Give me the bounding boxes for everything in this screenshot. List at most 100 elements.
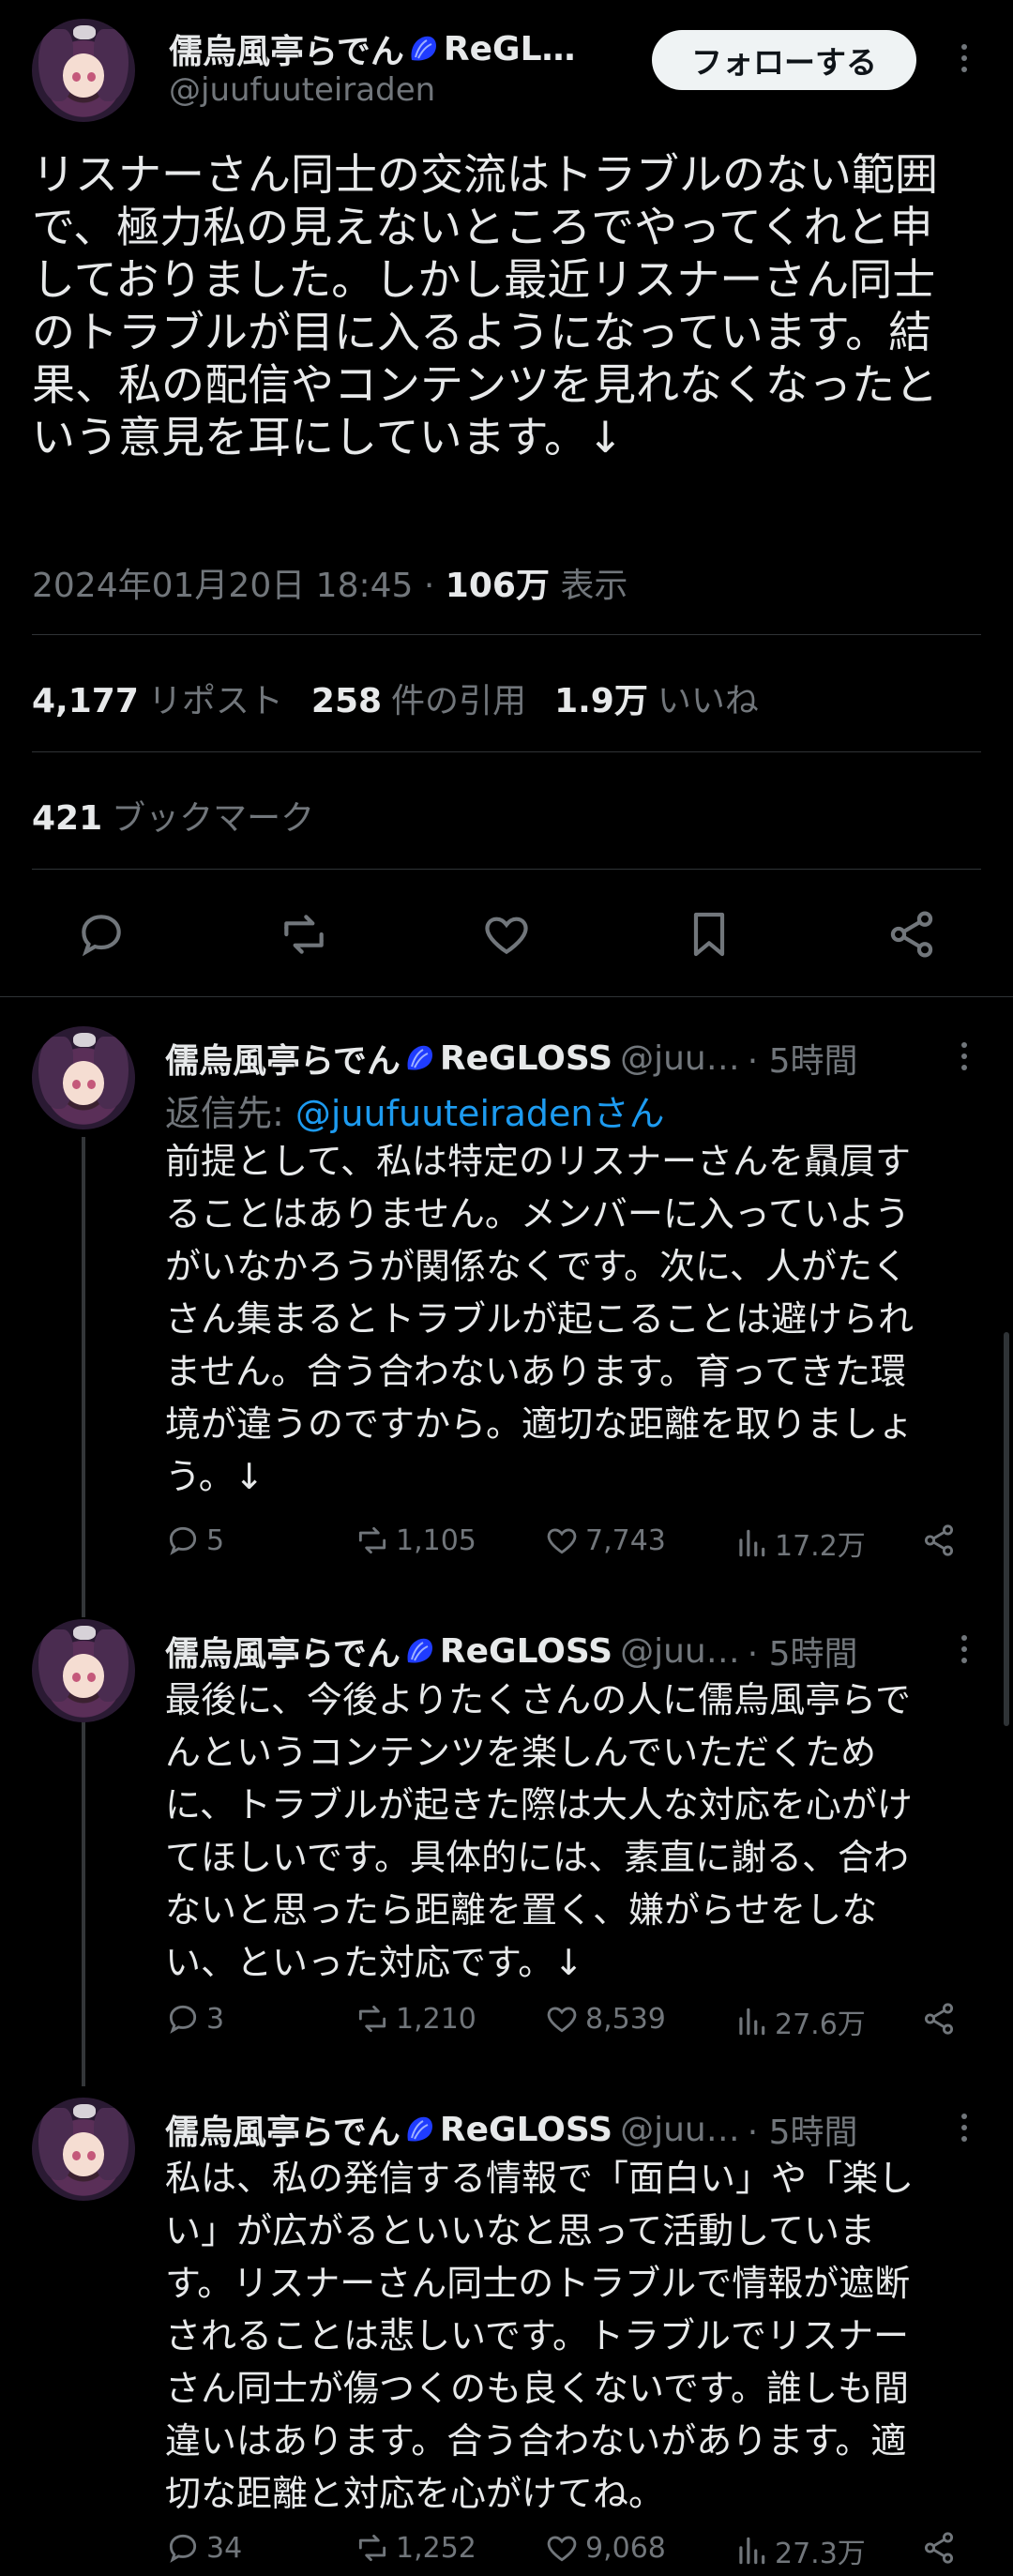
share-icon[interactable] — [885, 908, 938, 961]
views-count: 106万 — [445, 567, 550, 605]
reply-line: 私は、私の発信する情報で「面白い」や「楽し — [165, 2158, 915, 2199]
meta-separator: · — [423, 567, 435, 605]
views-action[interactable]: 27.6万 — [733, 2001, 866, 2042]
reply-line: 最後に、今後よりたくさんの人に儒烏風亭らで — [165, 1679, 911, 1720]
more-options-icon[interactable] — [945, 1036, 983, 1077]
shell-badge-icon — [407, 2116, 432, 2142]
avatar[interactable] — [32, 1026, 135, 1129]
tweet-line: のトラブルが目に入るようになっています。結 — [32, 307, 932, 357]
reply-line: んというコンテンツを楽しんでいただくため — [165, 1732, 877, 1773]
reply-line: ないと思ったら距離を置く、嫌がらせをしな — [165, 1889, 878, 1931]
avatar[interactable] — [32, 1619, 135, 1722]
share-action[interactable] — [921, 1523, 957, 1558]
bookmarks-label: ブックマーク — [112, 799, 315, 838]
reply-action[interactable]: 34 — [165, 2530, 242, 2566]
reply-count: 5 — [206, 1523, 225, 1557]
share-icon — [924, 2532, 954, 2564]
reply-icon[interactable] — [75, 908, 128, 961]
author-display-name: 儒烏風亭らでん — [165, 2114, 401, 2152]
heart-icon — [547, 2536, 577, 2562]
tweet-line: いう意見を耳にしています。↓ — [32, 412, 624, 462]
reply-line: い、といった対応です。↓ — [165, 1942, 584, 1983]
author-name[interactable]: 儒烏風亭らでん ReGLOSS — [165, 2105, 612, 2154]
repost-count: 1,105 — [396, 1523, 476, 1557]
reply-line: さん集まるとトラブルが起こることは避けられ — [165, 1298, 915, 1340]
author-handle[interactable]: @juu… — [620, 1632, 740, 1671]
more-options-icon[interactable] — [945, 2107, 983, 2148]
reply-line: に、トラブルが起きた際は大人な対応を心がけ — [165, 1784, 913, 1826]
tweet-line: で、極力私の見えないところでやってくれと申 — [32, 202, 933, 252]
likes-stat[interactable]: 1.9万 いいね — [554, 674, 759, 722]
like-action[interactable]: 8,539 — [544, 2001, 666, 2037]
like-action[interactable]: 7,743 — [544, 1523, 666, 1558]
repost-action[interactable]: 1,210 — [355, 2001, 476, 2037]
follow-button[interactable]: フォローする — [652, 30, 916, 90]
reply-text: 前提として、私は特定のリスナーさんを贔屓す ることはありません。メンバーに入って… — [165, 1135, 972, 1503]
reply-tweet[interactable]: 儒烏風亭らでん ReGLOSS @juu… · 5時間 最後に、今後よりたくさん… — [0, 1619, 1013, 2088]
quotes-stat[interactable]: 258 件の引用 — [311, 674, 526, 722]
reply-to-label: 返信先: — [165, 1093, 295, 1134]
author-group: ReGLOSS — [439, 1038, 613, 1078]
avatar[interactable] — [32, 2098, 135, 2201]
views-action[interactable]: 17.2万 — [733, 1523, 866, 1564]
more-options-icon[interactable] — [945, 1629, 983, 1670]
author-group: ReGL… — [443, 29, 576, 68]
views-chart-icon — [739, 1529, 765, 1557]
reply-time[interactable]: · 5時間 — [748, 1034, 858, 1083]
scrollbar[interactable] — [1004, 1332, 1009, 1726]
reposts-stat[interactable]: 4,177 リポスト — [32, 674, 283, 722]
views-action[interactable]: 27.3万 — [733, 2530, 866, 2571]
reply-line: されることは悲しいです。トラブルでリスナー — [165, 2315, 910, 2356]
tweet-meta: 2024年01月20日 18:45 · 106万 表示 — [32, 558, 627, 607]
divider — [32, 869, 981, 870]
reply-action[interactable]: 5 — [165, 1523, 224, 1558]
divider — [32, 634, 981, 635]
heart-icon[interactable] — [480, 908, 533, 961]
likes-label: いいね — [657, 682, 759, 720]
reply-line: ません。合う合わないあります。育ってきた環 — [165, 1351, 907, 1392]
reply-text: 私は、私の発信する情報で「面白い」や「楽し い」が広がるといいなと思って活動して… — [165, 2152, 972, 2520]
author-handle[interactable]: @juufuuteiraden — [169, 71, 435, 109]
author-display-name: 儒烏風亭らでん — [165, 1042, 401, 1081]
reply-tweet[interactable]: 儒烏風亭らでん ReGLOSS @juu… · 5時間 私は、私の発信する情報で… — [0, 2098, 1013, 2576]
repost-action[interactable]: 1,252 — [355, 2530, 476, 2566]
tweet-timestamp[interactable]: 2024年01月20日 18:45 — [32, 567, 413, 605]
bookmarks-stat[interactable]: 421 ブックマーク — [32, 791, 314, 840]
author-handle[interactable]: @juu… — [620, 1039, 740, 1078]
reply-tweet[interactable]: 儒烏風亭らでん ReGLOSS @juu… · 5時間 返信先: @juufuu… — [0, 1026, 1013, 1589]
repost-icon — [358, 2534, 386, 2562]
views-chart-icon — [739, 2008, 765, 2036]
shell-badge-icon — [411, 36, 436, 61]
like-action[interactable]: 9,068 — [544, 2530, 666, 2566]
like-count: 7,743 — [585, 1523, 666, 1557]
reply-text: 最後に、今後よりたくさんの人に儒烏風亭らで んというコンテンツを楽しんでいただく… — [165, 1674, 972, 1989]
author-handle[interactable]: @juu… — [620, 2111, 740, 2149]
reply-time[interactable]: · 5時間 — [748, 1627, 858, 1675]
reply-line: 境が違うのですから。適切な距離を取りましょ — [165, 1403, 915, 1445]
views-label: 表示 — [560, 567, 628, 605]
avatar[interactable] — [32, 19, 135, 122]
author-group: ReGLOSS — [439, 2110, 613, 2149]
author-name[interactable]: 儒烏風亭らでん ReGL… — [169, 24, 576, 73]
more-options-icon[interactable] — [945, 38, 983, 79]
share-icon — [924, 1524, 954, 1556]
reply-header: 儒烏風亭らでん ReGLOSS @juu… · 5時間 — [165, 1034, 972, 1083]
reply-time[interactable]: · 5時間 — [748, 2105, 858, 2154]
reply-action[interactable]: 3 — [165, 2001, 224, 2037]
reply-line: 切な距離と対応を心がけてね。 — [165, 2473, 665, 2514]
reply-to-handle-link[interactable]: @juufuuteiradenさん — [295, 1093, 665, 1134]
quotes-count: 258 — [310, 682, 383, 720]
likes-count: 1.9万 — [554, 682, 648, 720]
reply-count: 3 — [206, 2002, 225, 2036]
tweet-line: リスナーさん同士の交流はトラブルのない範囲 — [32, 149, 938, 200]
share-action[interactable] — [921, 2001, 957, 2037]
author-name[interactable]: 儒烏風亭らでん ReGLOSS — [165, 1034, 612, 1083]
repost-icon[interactable] — [278, 908, 330, 961]
author-name[interactable]: 儒烏風亭らでん ReGLOSS — [165, 1627, 612, 1675]
share-action[interactable] — [921, 2530, 957, 2566]
reply-line: う。↓ — [165, 1456, 265, 1497]
repost-action[interactable]: 1,105 — [355, 1523, 476, 1558]
author-display-name: 儒烏風亭らでん — [165, 1635, 401, 1674]
bookmark-icon[interactable] — [683, 908, 735, 961]
reply-icon — [169, 2005, 197, 2034]
